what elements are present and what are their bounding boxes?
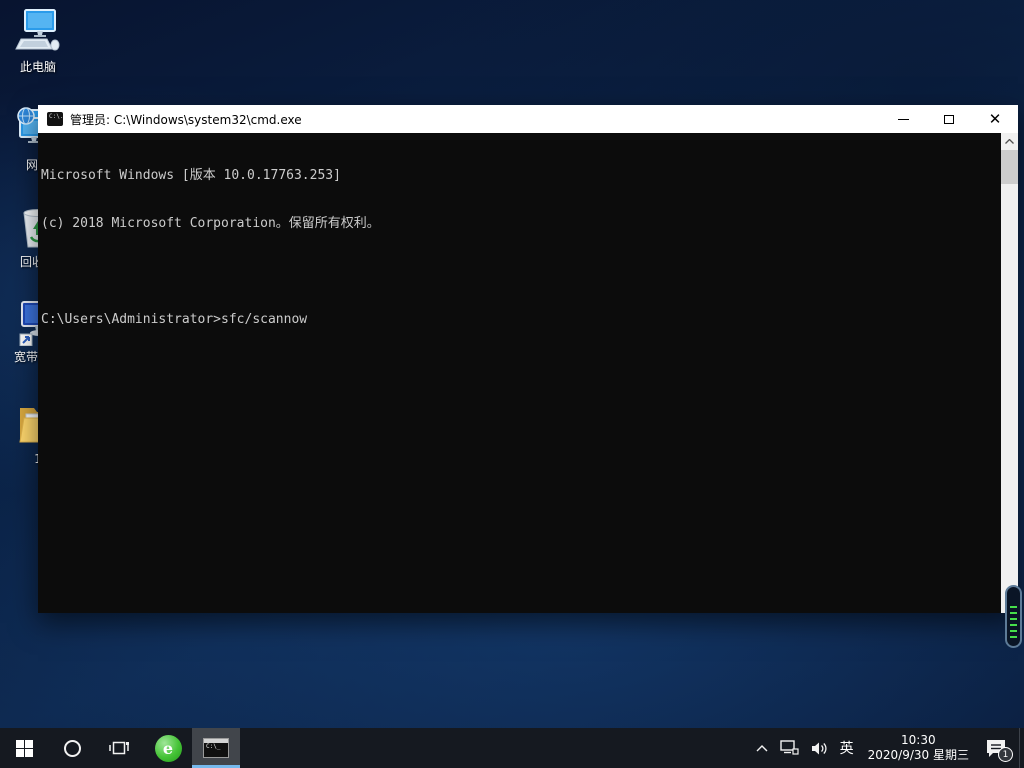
notification-badge: 1 (998, 747, 1013, 762)
ethernet-network-icon (780, 740, 799, 756)
cmd-window: C:\. 管理员: C:\Windows\system32\cmd.exe ✕ … (38, 105, 1018, 613)
console-line (41, 264, 1001, 280)
taskbar: e C:\_ 英 10:30 2020/9/3 (0, 728, 1024, 768)
search-button[interactable] (48, 728, 96, 768)
chevron-up-icon (756, 745, 768, 752)
task-view-icon (109, 739, 131, 757)
windows-logo-icon (16, 740, 33, 757)
console-scrollbar[interactable] (1001, 133, 1018, 613)
minimize-icon (898, 119, 909, 120)
console-line: (c) 2018 Microsoft Corporation。保留所有权利。 (41, 216, 1001, 232)
close-icon: ✕ (989, 112, 1002, 127)
browser-button[interactable]: e (144, 728, 192, 768)
cmd-taskbar-button[interactable]: C:\_ (192, 728, 240, 768)
cmd-titlebar[interactable]: C:\. 管理员: C:\Windows\system32\cmd.exe ✕ (38, 105, 1018, 133)
scroll-up-button[interactable] (1001, 133, 1018, 150)
speaker-icon (811, 741, 828, 756)
show-desktop-button[interactable] (1019, 728, 1024, 768)
clock[interactable]: 10:30 2020/9/30 星期三 (860, 733, 977, 763)
maximize-icon (944, 115, 954, 124)
window-title: 管理员: C:\Windows\system32\cmd.exe (70, 111, 302, 128)
console-output[interactable]: Microsoft Windows [版本 10.0.17763.253] (c… (38, 133, 1001, 613)
start-button[interactable] (0, 728, 48, 768)
console-line: C:\Users\Administrator>sfc/scannow (41, 312, 1001, 328)
desktop-icon-label: 此电脑 (20, 60, 56, 74)
clock-time: 10:30 (868, 733, 969, 748)
task-view-button[interactable] (96, 728, 144, 768)
cmd-icon: C:\_ (203, 738, 229, 758)
clock-date: 2020/9/30 星期三 (868, 748, 969, 763)
system-tray: 英 10:30 2020/9/30 星期三 1 (750, 728, 1024, 768)
network-tray-button[interactable] (774, 728, 805, 768)
chevron-up-icon (1005, 139, 1014, 144)
desktop-icon-this-pc[interactable]: 此电脑 (0, 8, 76, 74)
speed-gadget-bars (1010, 606, 1017, 642)
action-center-button[interactable]: 1 (977, 728, 1019, 768)
volume-tray-button[interactable] (805, 728, 834, 768)
ime-indicator[interactable]: 英 (834, 728, 860, 768)
speed-gadget[interactable] (1005, 585, 1022, 648)
scrollbar-thumb[interactable] (1001, 150, 1018, 184)
close-button[interactable]: ✕ (972, 105, 1018, 133)
console-line: Microsoft Windows [版本 10.0.17763.253] (41, 168, 1001, 184)
tray-expand-button[interactable] (750, 728, 774, 768)
search-icon (64, 740, 81, 757)
cmd-title-icon: C:\. (47, 112, 63, 126)
minimize-button[interactable] (880, 105, 926, 133)
browser-icon: e (155, 735, 182, 762)
this-pc-icon (14, 8, 62, 56)
maximize-button[interactable] (926, 105, 972, 133)
